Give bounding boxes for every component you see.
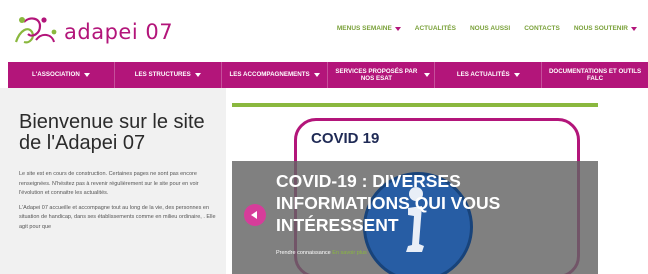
top-nav-label: Nous soutenir xyxy=(573,25,628,32)
top-nav-label: Actualités xyxy=(414,25,456,32)
site-logo[interactable]: adapei 07 xyxy=(10,12,173,52)
welcome-section: Bienvenue sur le site de l'Adapei 07 Le … xyxy=(0,88,226,274)
slide-more-text: Prendre connaissance xyxy=(276,250,331,256)
main-nav-accompagnements[interactable]: Les accompagnements xyxy=(222,62,329,88)
main-nav-label: Services proposés par nos ESAT xyxy=(335,67,418,82)
top-nav-nous-aussi[interactable]: Nous aussi xyxy=(463,25,517,32)
chevron-down-icon xyxy=(631,26,637,31)
chevron-down-icon xyxy=(83,73,90,77)
top-nav-nous-soutenir[interactable]: Nous soutenir xyxy=(567,25,644,32)
main-nav-structures[interactable]: Les structures xyxy=(115,62,222,88)
main-nav-label: Les actualités xyxy=(456,71,510,79)
chevron-down-icon xyxy=(194,73,201,77)
logo-mark-icon xyxy=(14,17,57,44)
top-nav-contacts[interactable]: Contacts xyxy=(517,25,567,32)
main-nav-label: Documentations et outils FALC xyxy=(548,67,642,82)
main-nav-actualites[interactable]: Les actualités xyxy=(435,62,543,88)
top-nav-menus-semaine[interactable]: Menus semaine xyxy=(330,25,408,32)
page-title: Bienvenue sur le site de l'Adapei 07 xyxy=(19,111,205,154)
main-nav-label: Les structures xyxy=(134,71,191,79)
intro-text: Le site est en cours de construction. Ce… xyxy=(19,170,219,237)
intro-paragraph: L'Adapei 07 accueille et accompagne tout… xyxy=(19,204,216,230)
slide-headline[interactable]: COVID-19 : DIVERSES INFORMATIONS QUI VOU… xyxy=(276,170,576,236)
chevron-down-icon xyxy=(513,73,520,77)
main-nav-services-esat[interactable]: Services proposés par nos ESAT xyxy=(328,62,436,88)
site-header: adapei 07 Menus semaine Actualités Nous … xyxy=(0,0,648,62)
top-nav-label: Menus semaine xyxy=(336,25,392,32)
chevron-down-icon xyxy=(313,73,320,77)
slider-prev-button[interactable] xyxy=(244,204,266,226)
intro-paragraph: Le site est en cours de construction. Ce… xyxy=(19,171,199,196)
read-more-link[interactable]: En savoir plus xyxy=(332,250,367,256)
brand-name: adapei 07 xyxy=(64,20,174,44)
main-nav-label: L'Association xyxy=(32,71,80,79)
top-nav-actualites[interactable]: Actualités xyxy=(408,25,463,32)
covid-card-title: COVID 19 xyxy=(311,130,380,147)
main-nav-association[interactable]: L'Association xyxy=(8,62,115,88)
slide-more-line: Prendre connaissance En savoir plus xyxy=(276,250,367,256)
main-nav-label: Les accompagnements xyxy=(229,71,310,79)
chevron-down-icon xyxy=(394,26,401,31)
main-nav-documentations[interactable]: Documentations et outils FALC xyxy=(542,62,648,88)
chevron-down-icon xyxy=(424,73,431,77)
slider-accent-bar xyxy=(232,103,598,107)
top-nav: Menus semaine Actualités Nous aussi Cont… xyxy=(330,25,644,32)
top-nav-label: Contacts xyxy=(524,25,560,32)
main-nav: L'Association Les structures Les accompa… xyxy=(8,62,648,88)
top-nav-label: Nous aussi xyxy=(469,25,511,32)
prev-arrow-icon xyxy=(251,211,257,219)
